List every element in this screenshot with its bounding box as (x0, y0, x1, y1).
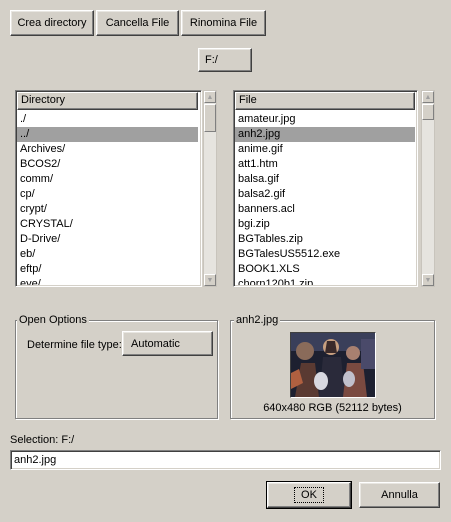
preview-thumbnail-image (290, 332, 376, 398)
create-directory-button[interactable]: Crea directory (10, 10, 94, 36)
scroll-down-arrow-icon[interactable]: ▼ (422, 274, 434, 286)
determine-file-type-label: Determine file type: (27, 339, 122, 351)
scroll-thumb[interactable] (422, 104, 434, 120)
open-options-title: Open Options (17, 314, 89, 327)
directory-column-header[interactable]: Directory (17, 92, 198, 110)
directory-list-item[interactable]: ./ (17, 112, 198, 127)
directory-list-item[interactable]: comm/ (17, 172, 198, 187)
directory-list-item[interactable]: crypt/ (17, 202, 198, 217)
scroll-up-arrow-icon[interactable]: ▲ (422, 91, 434, 103)
ok-button[interactable]: OK (267, 482, 351, 508)
directory-list-item[interactable]: ../ (17, 127, 198, 142)
file-list-item[interactable]: anh2.jpg (235, 127, 415, 142)
directory-list-item[interactable]: eftp/ (17, 262, 198, 277)
file-list-item[interactable]: BGTables.zip (235, 232, 415, 247)
file-list-item[interactable]: banners.acl (235, 202, 415, 217)
cancel-button[interactable]: Annulla (359, 482, 440, 508)
ok-button-label: OK (294, 487, 324, 503)
file-list-item[interactable]: chorn120b1.zip (235, 277, 415, 285)
directory-list[interactable]: ./../Archives/BCOS2/comm/cp/crypt/CRYSTA… (17, 112, 198, 285)
file-list-item[interactable]: balsa.gif (235, 172, 415, 187)
directory-list-item[interactable]: CRYSTAL/ (17, 217, 198, 232)
preview-info: 640x480 RGB (52112 bytes) (263, 402, 402, 414)
directory-list-item[interactable]: D-Drive/ (17, 232, 198, 247)
file-list-item[interactable]: bgi.zip (235, 217, 415, 232)
drive-button[interactable]: F:/ (198, 48, 252, 72)
selection-input[interactable] (10, 450, 441, 470)
file-list-item[interactable]: balsa2.gif (235, 187, 415, 202)
preview-title: anh2.jpg (234, 314, 281, 327)
directory-list-item[interactable]: Archives/ (17, 142, 198, 157)
file-scrollbar[interactable]: ▲ ▼ (421, 90, 435, 287)
file-list-item[interactable]: amateur.jpg (235, 112, 415, 127)
directory-list-item[interactable]: eye/ (17, 277, 198, 285)
selection-label: Selection: F:/ (10, 434, 75, 446)
file-list-item[interactable]: att1.htm (235, 157, 415, 172)
file-list-item[interactable]: anime.gif (235, 142, 415, 157)
directory-list-item[interactable]: BCOS2/ (17, 157, 198, 172)
file-list[interactable]: amateur.jpg anh2.jpg anime.gif att1.htm bals… (235, 112, 415, 285)
file-list-item[interactable]: BGTalesUS5512.exe (235, 247, 415, 262)
file-type-dropdown[interactable]: Automatic (122, 331, 213, 356)
scroll-down-arrow-icon[interactable]: ▼ (204, 274, 216, 286)
scroll-up-arrow-icon[interactable]: ▲ (204, 91, 216, 103)
directory-list-item[interactable]: cp/ (17, 187, 198, 202)
delete-file-button[interactable]: Cancella File (96, 10, 179, 36)
directory-list-item[interactable]: eb/ (17, 247, 198, 262)
file-list-item[interactable]: BOOK1.XLS (235, 262, 415, 277)
directory-scrollbar[interactable]: ▲ ▼ (203, 90, 217, 287)
scroll-thumb[interactable] (204, 104, 216, 132)
rename-file-button[interactable]: Rinomina File (181, 10, 266, 36)
file-column-header[interactable]: File (235, 92, 415, 110)
